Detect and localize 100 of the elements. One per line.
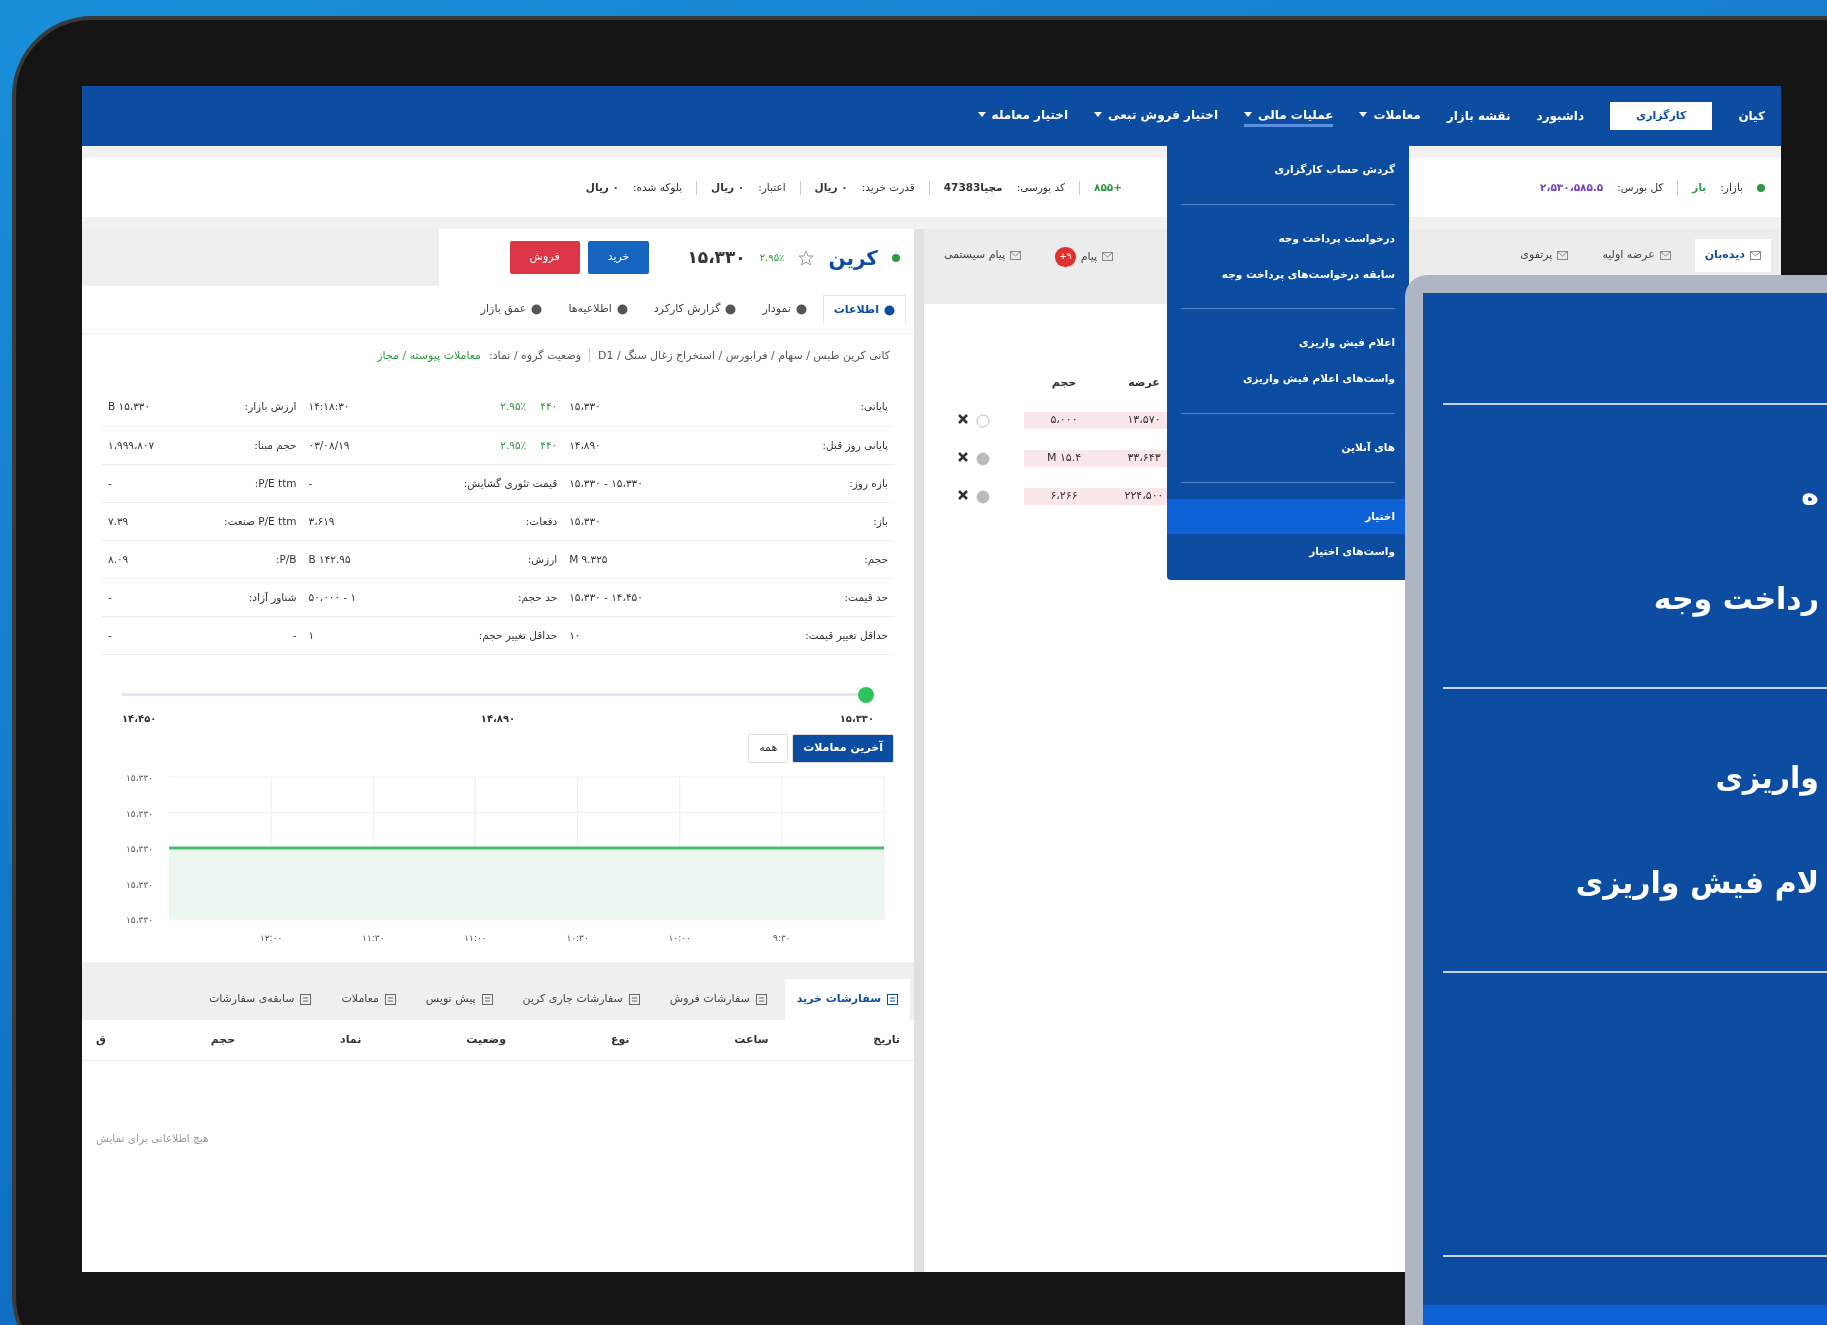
nav-dropdown[interactable]: اختیار فروش تبعی xyxy=(1094,105,1219,127)
status-dot-icon xyxy=(1757,183,1765,192)
panel-tab[interactable]: دیده‌بان xyxy=(1694,239,1771,272)
caret-icon xyxy=(1244,112,1253,117)
envelope-icon xyxy=(1102,252,1114,262)
info-label: - xyxy=(172,616,303,655)
buy-button[interactable]: خرید xyxy=(587,241,650,274)
info-value: ۴۴۰ xyxy=(540,437,558,453)
menu-item[interactable]: اعلام فیش واریزی xyxy=(1167,325,1409,361)
info-value: - xyxy=(102,578,173,617)
status-value: معاملات پیوسته / مجاز xyxy=(377,348,481,364)
order-tab[interactable]: معاملات xyxy=(329,979,408,1020)
info-value: ۱۰ xyxy=(563,616,744,655)
nav-dropdown[interactable]: معاملات xyxy=(1359,105,1421,127)
tab-icon xyxy=(616,304,628,315)
symbol-tab[interactable]: اطلاعیه‌ها xyxy=(558,295,638,324)
toggle-button[interactable]: همه xyxy=(748,734,789,763)
envelope-icon xyxy=(1010,250,1022,260)
close-icon xyxy=(958,413,968,424)
tab-icon xyxy=(884,304,895,316)
info-value: ۱۴:۱۸:۳۰ xyxy=(302,388,403,427)
symbol-tab[interactable]: نمودار xyxy=(752,295,817,324)
axis-label: ۱۱:۳۰ xyxy=(362,932,385,943)
envelope-icon xyxy=(1750,250,1761,260)
account-value: ۰ ریال xyxy=(814,179,848,196)
info-label: حداقل تغییر حجم: xyxy=(402,616,564,655)
account-label: قدرت خرید: xyxy=(861,179,915,196)
info-value: - xyxy=(102,464,173,503)
info-value: ۱،۹۹۹،۸۰۷ xyxy=(102,426,173,465)
info-value: ۴۴۰ xyxy=(540,399,558,415)
info-value: ۱۴،۸۹۰ xyxy=(563,426,744,465)
info-label: شناور آزاد: xyxy=(172,578,303,617)
panel-tab[interactable]: عرضه اولیه xyxy=(1592,239,1681,272)
info-label: بازه روز: xyxy=(743,464,894,503)
last-price: ۱۵،۳۳۰ xyxy=(687,245,746,269)
order-tab[interactable]: سفارشات خرید xyxy=(784,979,910,1020)
info-value: ۱۴۲.۹۵ B xyxy=(302,540,403,579)
list-icon xyxy=(481,993,493,1005)
axis-label: ۱۲:۰۰ xyxy=(259,932,283,943)
axis-label: ۱۱:۰۰ xyxy=(464,932,487,943)
brand-name: کیان xyxy=(1738,108,1765,125)
empty-message: هیچ اطلاعاتی برای نمایش xyxy=(95,1131,210,1147)
order-tab[interactable]: سفارشات جاری کرین xyxy=(510,979,652,1020)
info-value: - xyxy=(102,616,173,655)
sell-button[interactable]: فروش xyxy=(509,241,580,274)
info-value: ۱ xyxy=(302,616,403,655)
list-icon xyxy=(628,993,640,1005)
info-label: باز: xyxy=(743,502,894,541)
toggle-button[interactable]: آخرین معاملات xyxy=(792,734,894,763)
nav-dropdown[interactable]: اختیار معامله xyxy=(977,105,1069,127)
caret-icon xyxy=(977,112,986,117)
broker-button[interactable]: کارگزاری xyxy=(1610,101,1713,131)
order-tab[interactable]: پیش نویس xyxy=(413,979,505,1020)
account-label: کل بورس: xyxy=(1617,179,1664,196)
symbol-tab[interactable]: گزارش کارکرد xyxy=(643,295,747,324)
nav-link[interactable]: داشبورد xyxy=(1536,107,1585,125)
range-label: ۱۴،۸۹۰ xyxy=(480,712,516,726)
nav-dropdown[interactable]: عملیات مالی xyxy=(1244,105,1334,127)
nav-link[interactable]: نقشه بازار xyxy=(1446,107,1511,125)
info-value: ۱ - ۵۰،۰۰۰ xyxy=(302,578,403,617)
info-label: حد قیمت: xyxy=(743,578,894,617)
column-header: تاریخ xyxy=(873,1031,900,1048)
axis-label: ۱۰:۳۰ xyxy=(566,932,589,943)
tab-icon xyxy=(725,304,737,315)
panel-tab[interactable]: پیام ۹+ xyxy=(1045,239,1124,275)
range-thumb[interactable] xyxy=(858,687,874,703)
column-header: حجم xyxy=(210,1031,236,1048)
table-cell: ۱۵.۴ M xyxy=(1024,450,1104,467)
order-tab[interactable]: سفارشات فروش xyxy=(657,979,779,1020)
info-value: ۱۵،۳۳۰ xyxy=(563,388,744,427)
info-value: ۱۵،۳۳۰ xyxy=(563,502,744,541)
info-value: ۰۳/۰۸/۱۹ xyxy=(302,426,403,465)
column-header: نماد xyxy=(340,1031,362,1048)
menu-item[interactable]: درخواست پرداخت وجه xyxy=(1167,220,1409,257)
list-icon xyxy=(384,993,396,1005)
column-header: وضعیت xyxy=(466,1031,507,1048)
panel-tab[interactable]: پرتفوی xyxy=(1510,239,1579,272)
order-tab[interactable]: سابقه‌ی سفارشات xyxy=(196,979,324,1020)
envelope-icon xyxy=(1557,250,1569,260)
symbol-tab[interactable]: اطلاعات xyxy=(822,294,906,325)
info-label: حداقل تغییر قیمت: xyxy=(743,616,894,655)
envelope-icon xyxy=(1659,250,1671,260)
info-value: ۱۵،۳۳۰ - ۱۵،۳۳۰ xyxy=(563,464,744,503)
axis-label: ۱۰:۰۰ xyxy=(668,932,691,943)
symbol-tab[interactable]: عمق بازار xyxy=(470,295,553,324)
breadcrumb-path: کانی کرین طبس / سهام / فرابورس / استخراج زغال سنگ / D1 xyxy=(598,348,890,364)
menu-item[interactable]: واست‌های اختیار xyxy=(1167,534,1409,570)
price-change: ۲.۹۵٪ xyxy=(759,251,785,265)
info-value: ۸.۰۹ xyxy=(102,540,173,579)
column-header: حجم xyxy=(1050,374,1078,391)
menu-item[interactable]: واست‌های اعلام فیش واریزی xyxy=(1167,361,1409,397)
caret-icon xyxy=(1094,112,1103,117)
tab-icon xyxy=(531,304,543,315)
column-header: نوع xyxy=(610,1031,630,1048)
panel-tab[interactable]: پیام سیستمی xyxy=(934,239,1032,272)
caret-icon xyxy=(1359,112,1368,117)
info-value: ۲.۹۵٪ xyxy=(500,437,527,453)
menu-item[interactable]: سابقه درخواست‌های پرداخت وجه xyxy=(1167,256,1409,293)
status-label: وضعیت گروه / نماد: xyxy=(489,348,582,364)
menu-item[interactable]: گردش حساب کارگزاری xyxy=(1167,152,1409,188)
